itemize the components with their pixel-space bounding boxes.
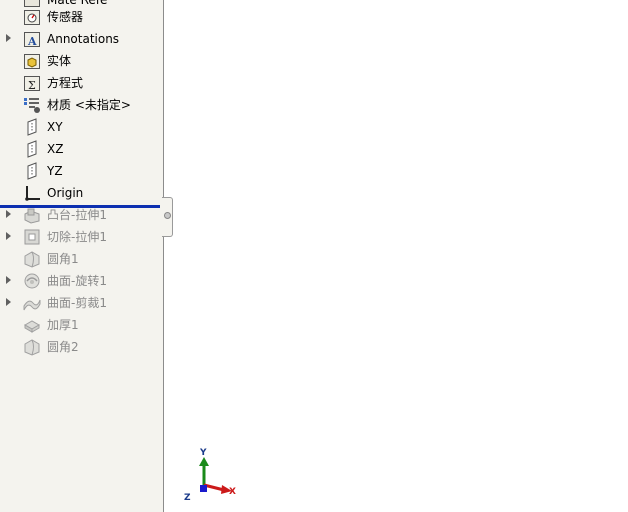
fillet-icon: [24, 339, 40, 356]
axis-x-arrow: [203, 483, 232, 494]
tree-item-label: Origin: [47, 186, 84, 200]
surface-trim-icon: [23, 299, 41, 311]
tree-item[interactable]: 曲面-旋转1: [0, 270, 163, 292]
tree-item[interactable]: 实体: [0, 50, 163, 72]
tree-item[interactable]: YZ: [0, 160, 163, 182]
tree-item[interactable]: Origin: [0, 182, 163, 204]
tree-item[interactable]: XY: [0, 116, 163, 138]
tree-item[interactable]: XZ: [0, 138, 163, 160]
expand-arrow-icon[interactable]: [6, 210, 11, 218]
axis-y-arrow: [199, 457, 209, 485]
expand-arrow-icon[interactable]: [6, 276, 11, 284]
plane-icon: [27, 162, 37, 180]
plane-icon: [27, 118, 37, 136]
tree-item-label: Annotations: [47, 32, 120, 46]
tree-item-label: 曲面-旋转1: [47, 274, 107, 288]
thicken-icon: [23, 320, 41, 333]
feature-manager-tree: Mate Refe 传感器 A Annotations 实体 Σ 方程式 材质 <未指定> X…: [0, 0, 164, 512]
tree-item-label: XY: [47, 120, 63, 134]
reference-triad: Y X Z: [184, 448, 236, 503]
expand-arrow-icon[interactable]: [6, 298, 11, 306]
graphics-viewport[interactable]: [164, 0, 628, 512]
tree-item-label: 方程式: [47, 76, 84, 90]
tree-item[interactable]: 圆角1: [0, 248, 163, 270]
axis-y-label: Y: [199, 448, 207, 458]
equations-folder-icon: Σ: [24, 76, 40, 92]
axis-z-marker: [200, 485, 207, 492]
axis-x-label: X: [229, 487, 236, 497]
tree-item-label: 传感器: [47, 10, 84, 24]
tree-item[interactable]: 材质 <未指定>: [0, 94, 163, 116]
tree-item-label: 加厚1: [47, 318, 79, 332]
tree-item-label: 圆角1: [47, 252, 79, 266]
annotations-folder-icon: A: [24, 32, 40, 48]
tree-item-label: 圆角2: [47, 340, 79, 354]
tree-item[interactable]: 加厚1: [0, 314, 163, 336]
solid-bodies-folder-icon: [24, 54, 40, 69]
boss-extrude-icon: [24, 208, 40, 224]
tree-item-label: YZ: [47, 164, 63, 178]
sensor-folder-icon: [24, 10, 40, 25]
tree-item-label: XZ: [47, 142, 64, 156]
tree-item-label: 切除-拉伸1: [47, 230, 107, 244]
tree-item-label: 材质 <未指定>: [47, 98, 131, 112]
expand-arrow-icon[interactable]: [6, 34, 11, 42]
material-icon: [24, 98, 40, 113]
fillet-icon: [24, 251, 40, 268]
tree-item[interactable]: 圆角2: [0, 336, 163, 358]
tree-item[interactable]: 切除-拉伸1: [0, 226, 163, 248]
origin-icon: [25, 186, 40, 201]
tree-item[interactable]: Σ 方程式: [0, 72, 163, 94]
tree-item-label: 曲面-剪裁1: [47, 296, 107, 310]
cut-extrude-icon: [24, 229, 40, 245]
rollback-bar[interactable]: [0, 205, 160, 208]
tree-item-label: 凸台-拉伸1: [47, 208, 107, 222]
expand-arrow-icon[interactable]: [6, 232, 11, 240]
svg-text:Σ: Σ: [28, 79, 36, 92]
tree-item-label: 实体: [47, 54, 72, 68]
tree-item[interactable]: 曲面-剪裁1: [0, 292, 163, 314]
tree-item[interactable]: 传感器: [0, 6, 163, 28]
tree-item[interactable]: A Annotations: [0, 28, 163, 50]
svg-text:A: A: [27, 35, 37, 48]
axis-z-label: Z: [184, 493, 191, 503]
surface-revolve-icon: [24, 273, 40, 289]
plane-icon: [27, 140, 37, 158]
